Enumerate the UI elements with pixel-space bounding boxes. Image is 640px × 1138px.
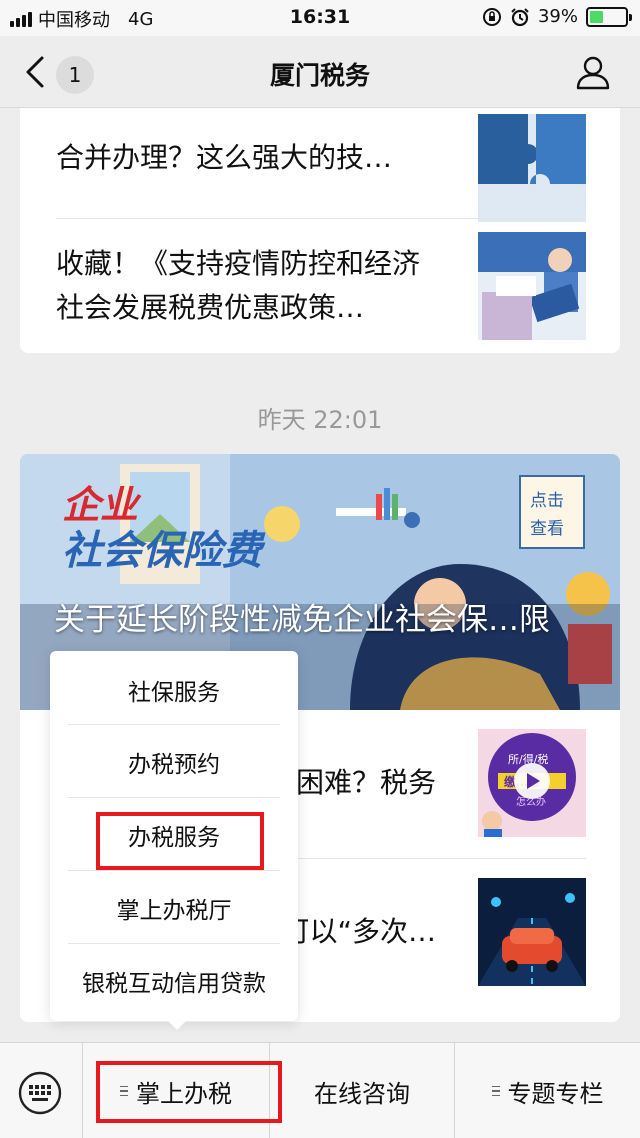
battery-percent: 39% — [537, 6, 578, 27]
timestamp: 昨天 22:01 — [257, 406, 383, 434]
rotation-lock-icon — [482, 7, 501, 26]
user-icon — [576, 56, 610, 90]
battery-level — [590, 10, 604, 23]
article-thumbnail: 所/得/税 缴…难 怎么办 — [478, 729, 586, 837]
menu-list-icon — [491, 1085, 500, 1097]
article-title: 收藏！《支持疫情防控和经济社会发展税费优惠政策… — [56, 247, 421, 324]
keyboard-toggle-button[interactable] — [18, 1071, 62, 1115]
bottom-menu: 掌上办税 在线咨询 专题专栏 — [0, 1042, 640, 1138]
menu-online-consult[interactable]: 在线咨询 — [270, 1043, 454, 1138]
status-bar: 中国移动 4G 16:31 39% — [0, 0, 640, 36]
submenu-item-tax-appointment[interactable]: 办税预约 — [68, 725, 280, 798]
menu-list-icon — [120, 1085, 128, 1097]
menu-mobile-tax-label: 掌上办税 — [136, 1079, 232, 1108]
article-card: 合并办理？这么强大的技… 收藏！《支持疫情防控和经济社会发展税费优惠政策… — [20, 108, 620, 353]
article-title-text: 合并办理？这么强大的技… — [56, 141, 393, 174]
menu-special-topics[interactable]: 专题专栏 — [455, 1043, 640, 1138]
keyboard-icon — [18, 1071, 62, 1115]
submenu-item-social-security[interactable]: 社保服务 — [68, 653, 280, 726]
battery-icon — [586, 6, 632, 27]
submenu-popup: 社保服务 办税预约 办税服务 掌上办税厅 银税互动信用贷款 — [50, 651, 298, 1021]
menu-special-topics-label: 专题专栏 — [507, 1079, 604, 1108]
submenu-item-mobile-tax-hall[interactable]: 掌上办税厅 — [68, 871, 280, 944]
cover-heading-2: 社会保险费 — [62, 527, 266, 574]
cover-badge-line2: 查看 — [530, 519, 564, 539]
menu-mobile-tax[interactable]: 掌上办税 — [83, 1043, 269, 1138]
page-title: 厦门税务 — [269, 61, 370, 90]
submenu-item-tax-service[interactable]: 办税服务 — [68, 798, 280, 871]
article-title: 合并办理？这么强大的技… — [56, 136, 436, 180]
alarm-icon — [511, 7, 529, 26]
status-right: 39% — [482, 6, 632, 27]
nav-bar: 1 厦门税务 — [0, 36, 640, 108]
article-item[interactable]: 收藏！《支持疫情防控和经济社会发展税费优惠政策… — [56, 219, 586, 353]
article-thumbnail — [478, 114, 586, 222]
menu-online-consult-label: 在线咨询 — [314, 1079, 410, 1108]
popup-arrow — [165, 1018, 189, 1030]
article-thumbnail — [478, 232, 586, 340]
profile-button[interactable] — [574, 54, 612, 92]
cover-heading-1: 企业 — [62, 482, 142, 527]
cover-badge-line1: 点击 — [530, 491, 564, 511]
article-item[interactable]: 合并办理？这么强大的技… — [56, 108, 586, 228]
article-thumbnail — [478, 878, 586, 986]
submenu-item-credit-loan[interactable]: 银税互动信用贷款 — [58, 944, 290, 1017]
